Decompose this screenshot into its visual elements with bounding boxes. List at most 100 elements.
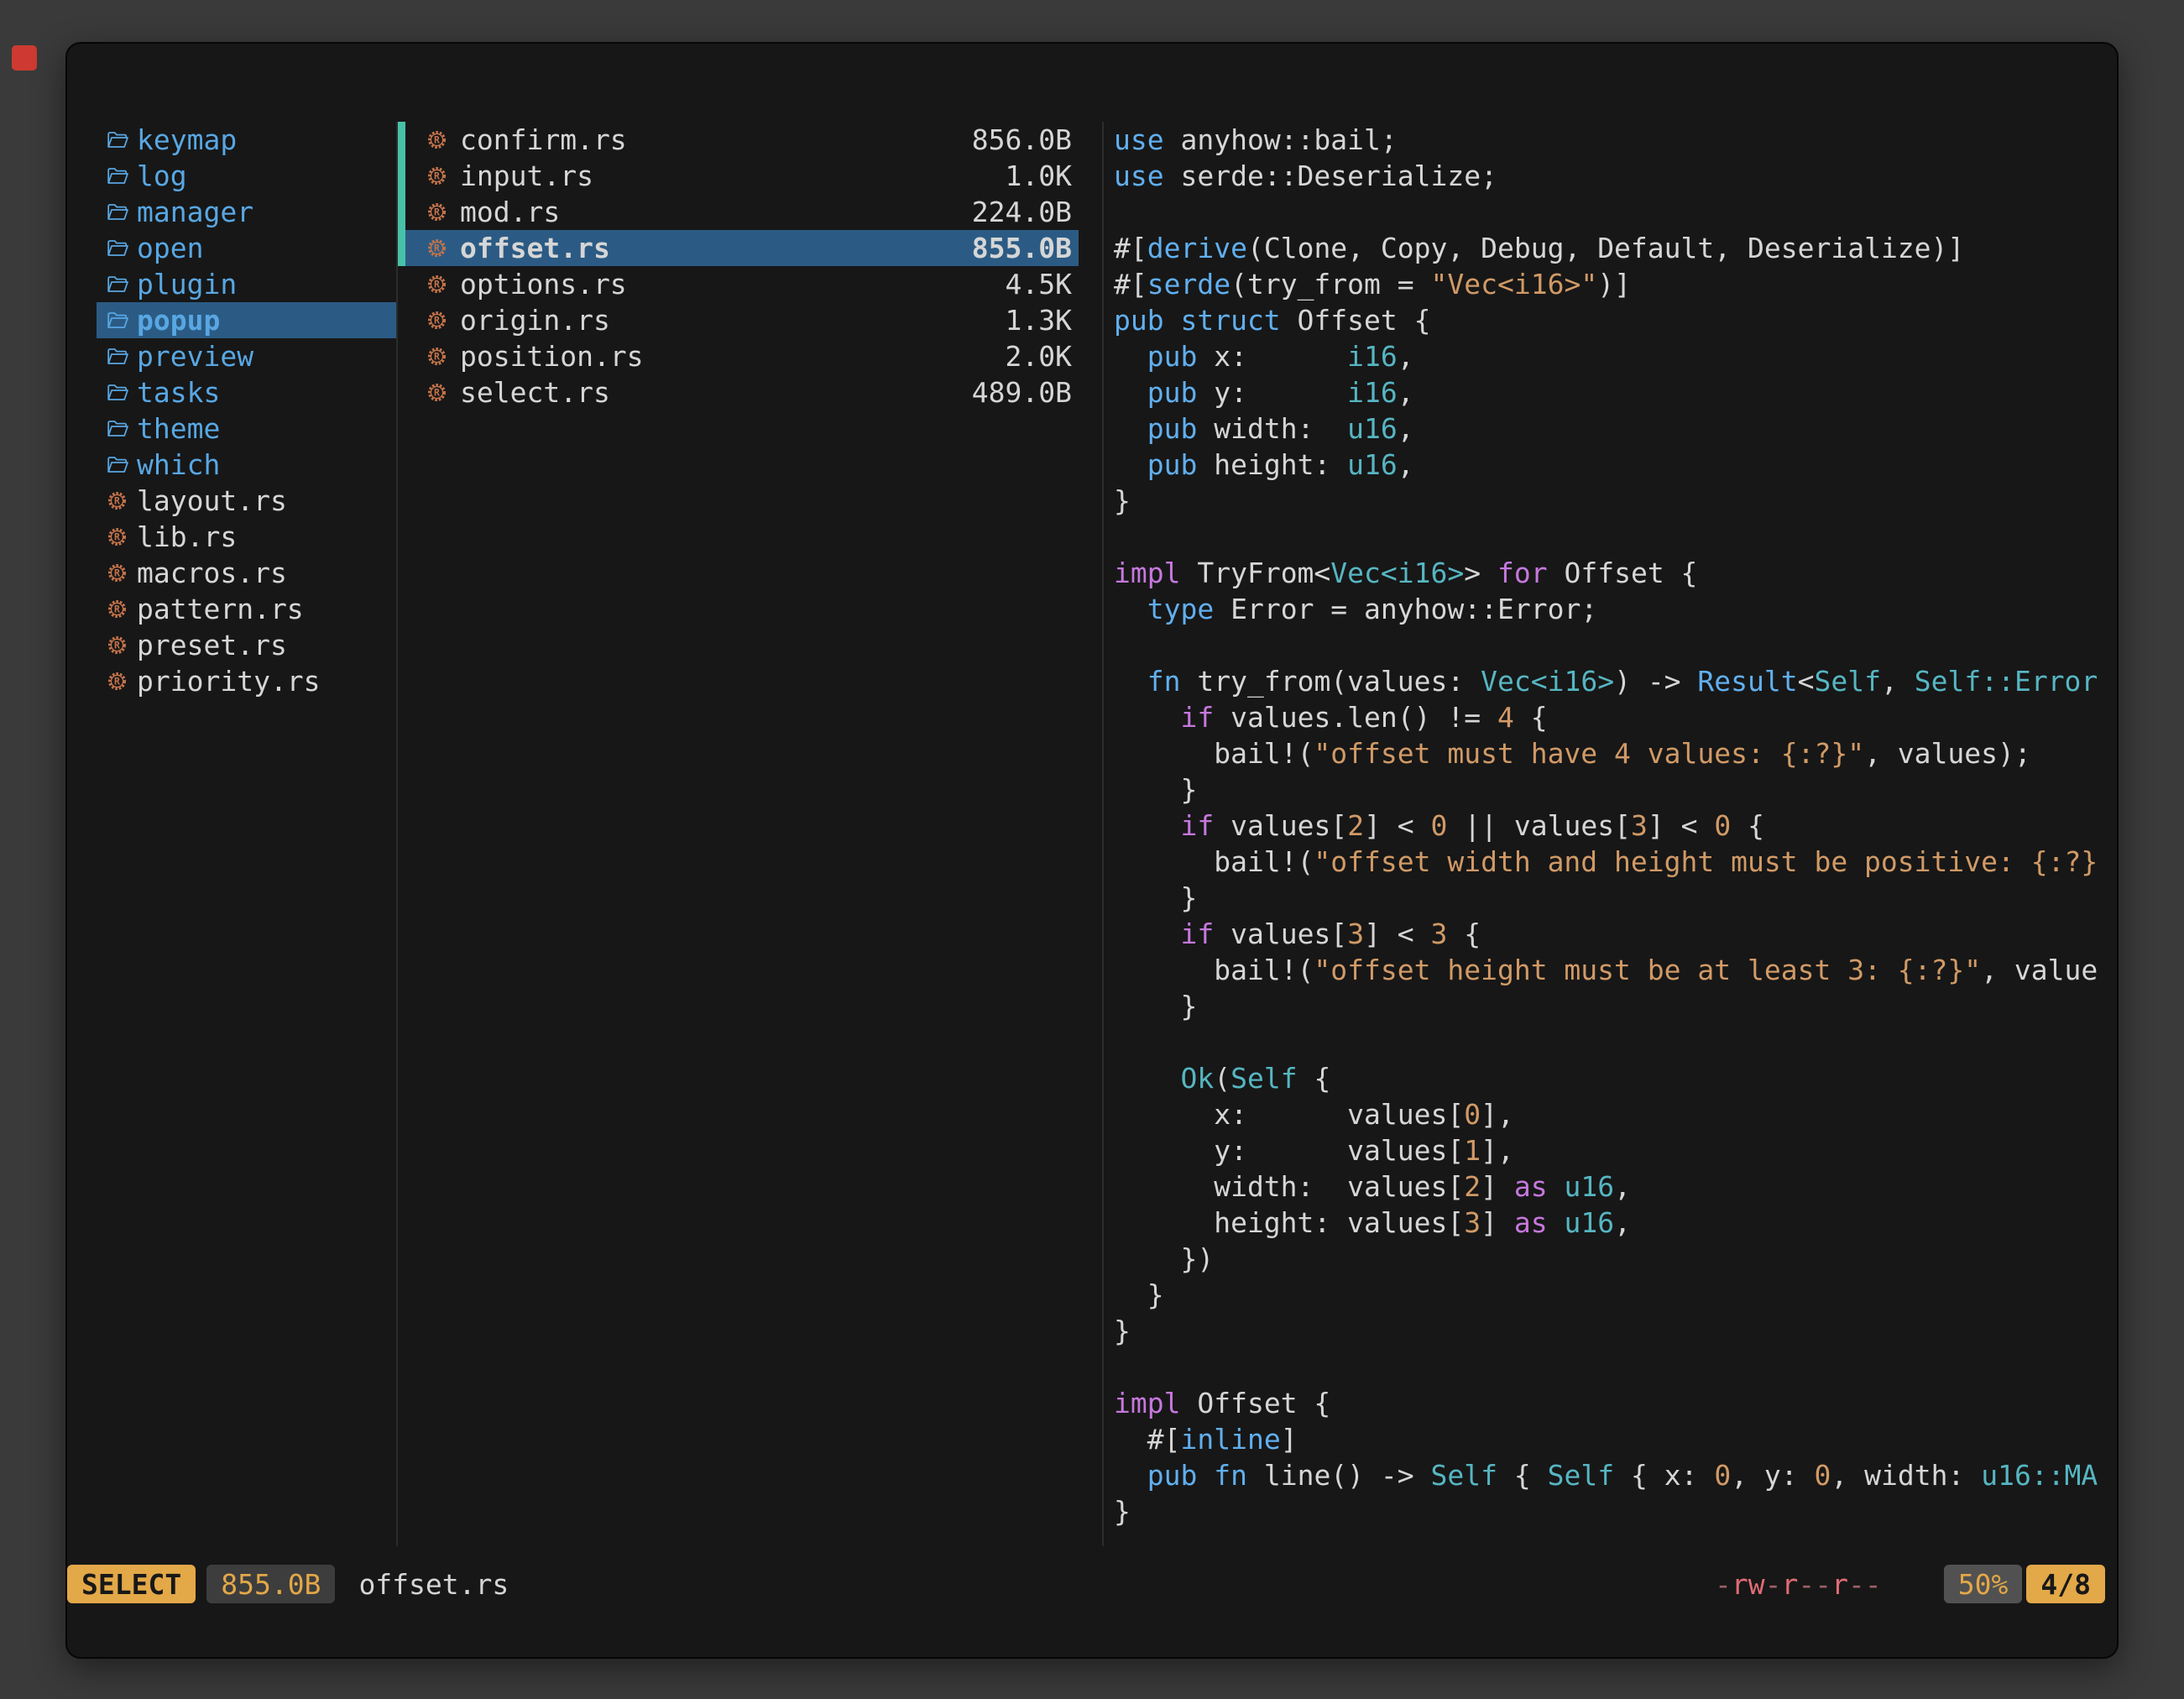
svg-text:R: R [434,279,440,290]
status-bar: SELECT 855.0B offset.rs -rw-r--r-- 50% 4… [67,1565,2117,1603]
code-line: impl Offset { [1114,1385,2103,1421]
code-line: Ok(Self { [1114,1060,2103,1096]
code-line: } [1114,771,2103,808]
file-name: position.rs [460,340,644,373]
rust-file-icon: R [426,274,448,295]
folder-open-icon [106,419,128,439]
scroll-percent-badge: 50% [1944,1565,2023,1603]
code-line: pub height: u16, [1114,447,2103,483]
code-line: height: values[3] as u16, [1114,1205,2103,1241]
selection-marker [398,194,405,230]
selection-marker [398,122,405,158]
code-line: pub fn line() -> Self { Self { x: 0, y: … [1114,1457,2103,1493]
sidebar-item-preview[interactable]: preview [97,338,396,374]
file-row-origin-rs[interactable]: Rorigin.rs1.3K [405,302,1079,338]
folder-open-icon [106,347,128,367]
rust-file-icon: R [426,310,448,331]
code-line: } [1114,880,2103,916]
code-line: bail!("offset width and height must be p… [1114,844,2103,880]
code-line: #[inline] [1114,1421,2103,1457]
svg-text:R: R [434,351,440,363]
file-row-position-rs[interactable]: Rposition.rs 2.0K [405,338,1079,374]
code-line: use serde::Deserialize; [1114,158,2103,194]
folder-open-icon [106,166,128,186]
file-row-offset-rs[interactable]: Roffset.rs 855.0B [405,230,1079,266]
file-name: confirm.rs [460,123,627,156]
file-size: 1.3K [1006,304,1072,337]
sidebar-item-theme[interactable]: theme [97,410,396,447]
sidebar-item-manager[interactable]: manager [97,194,396,230]
svg-text:R: R [114,604,120,615]
rust-file-icon: R [426,382,448,403]
rust-file-icon: R [426,238,448,259]
sidebar-item-lib-rs[interactable]: Rlib.rs [97,519,396,555]
status-right-group: -rw-r--r-- 50% 4/8 [1715,1565,2105,1603]
svg-text:R: R [114,495,120,507]
sidebar-item-open[interactable]: open [97,230,396,266]
code-line: } [1114,1277,2103,1313]
file-name: select.rs [460,376,610,409]
svg-text:R: R [434,243,440,254]
file-row-mod-rs[interactable]: Rmod.rs224.0B [405,194,1079,230]
file-row-confirm-rs[interactable]: Rconfirm.rs856.0B [405,122,1079,158]
file-size-badge: 855.0B [206,1565,335,1603]
sidebar-item-label: which [137,448,220,481]
sidebar-item-macros-rs[interactable]: Rmacros.rs [97,555,396,591]
svg-text:R: R [114,567,120,579]
rust-file-icon: R [426,129,448,150]
code-line [1114,519,2103,555]
status-left-group: SELECT 855.0B offset.rs [67,1565,509,1603]
cursor-position-badge: 4/8 [2026,1565,2105,1603]
sidebar-item-log[interactable]: log [97,158,396,194]
code-line [1114,1349,2103,1385]
sidebar-item-label: lib.rs [137,520,237,553]
sidebar-item-which[interactable]: which [97,447,396,483]
parent-directory-pane: keymaplogmanageropenpluginpopuppreviewta… [97,122,396,699]
file-size: 2.0K [1006,340,1072,373]
mode-badge: SELECT [67,1565,196,1603]
svg-text:R: R [114,676,120,687]
code-line: } [1114,1493,2103,1529]
svg-text:R: R [434,134,440,146]
sidebar-item-keymap[interactable]: keymap [97,122,396,158]
code-line: #[serde(try_from = "Vec<i16>")] [1114,266,2103,302]
folder-open-icon [106,311,128,331]
sidebar-list: keymaplogmanageropenpluginpopuppreviewta… [97,122,396,699]
sidebar-item-pattern-rs[interactable]: Rpattern.rs [97,591,396,627]
svg-text:R: R [114,531,120,543]
sidebar-item-layout-rs[interactable]: Rlayout.rs [97,483,396,519]
code-line: } [1114,988,2103,1024]
code-line: fn try_from(values: Vec<i16>) -> Result<… [1114,663,2103,699]
file-size: 489.0B [972,376,1072,409]
file-name: offset.rs [460,232,610,264]
folder-open-icon [106,202,128,222]
sidebar-item-priority-rs[interactable]: Rpriority.rs [97,663,396,699]
file-row-input-rs[interactable]: Rinput.rs1.0K [405,158,1079,194]
selection-marker [398,158,405,194]
code-line: use anyhow::bail; [1114,122,2103,158]
file-row-options-rs[interactable]: Roptions.rs4.5K [405,266,1079,302]
code-line: pub struct Offset { [1114,302,2103,338]
sidebar-item-tasks[interactable]: tasks [97,374,396,410]
sidebar-item-plugin[interactable]: plugin [97,266,396,302]
folder-open-icon [106,238,128,259]
code-line: impl TryFrom<Vec<i16>> for Offset { [1114,555,2103,591]
status-filename: offset.rs [358,1568,509,1601]
sidebar-item-preset-rs[interactable]: Rpreset.rs [97,627,396,663]
svg-text:R: R [434,170,440,182]
code-line: pub width: u16, [1114,410,2103,447]
folder-open-icon [106,383,128,403]
sidebar-item-label: open [137,232,203,264]
code-line: type Error = anyhow::Error; [1114,591,2103,627]
folder-open-icon [106,455,128,475]
file-row-select-rs[interactable]: Rselect.rs 489.0B [405,374,1079,410]
file-size: 855.0B [972,232,1072,264]
file-size: 224.0B [972,196,1072,228]
sidebar-item-label: preset.rs [137,629,287,661]
folder-open-icon [106,130,128,150]
sidebar-item-popup[interactable]: popup [97,302,396,338]
sidebar-item-label: macros.rs [137,557,287,589]
rust-file-icon: R [426,201,448,222]
code-line: } [1114,1313,2103,1349]
code-line: pub x: i16, [1114,338,2103,374]
